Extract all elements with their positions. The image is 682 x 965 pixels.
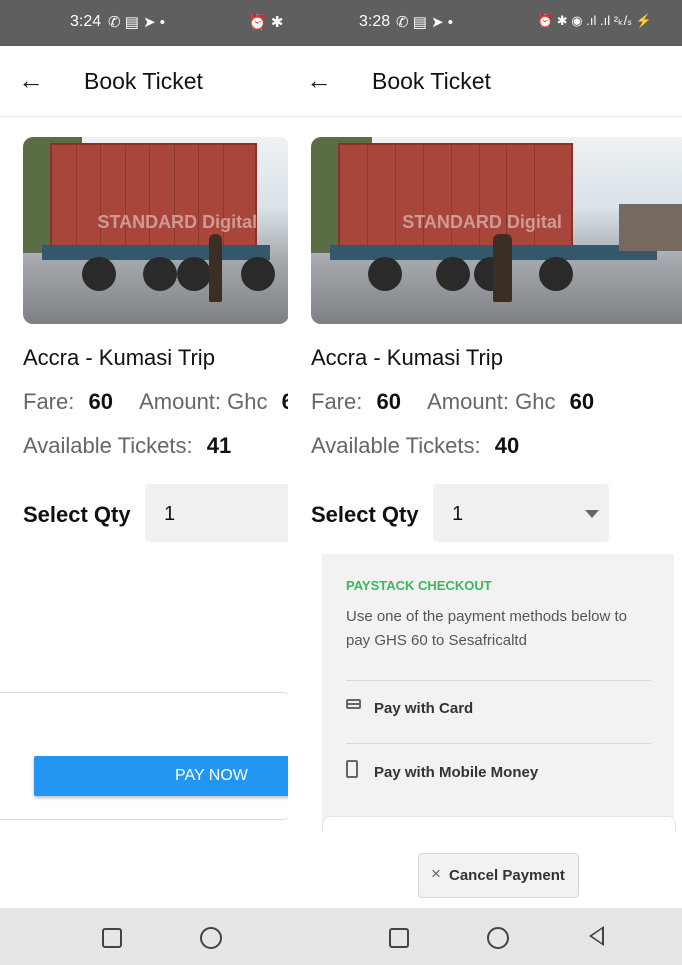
- close-icon: ×: [431, 864, 441, 883]
- home-icon[interactable]: [200, 927, 222, 949]
- page-title: Book Ticket: [372, 68, 491, 94]
- available-tickets-row: Available Tickets: 40: [311, 433, 519, 459]
- amount-label: Amount: Ghc: [139, 389, 268, 414]
- divider: [346, 743, 651, 744]
- card-icon: [346, 699, 361, 709]
- pay-with-mobile-money-label: Pay with Mobile Money: [374, 764, 539, 781]
- paystack-checkout-dialog: PAYSTACK CHECKOUT Use one of the payment…: [322, 554, 676, 831]
- back-icon[interactable]: [589, 926, 604, 946]
- cancel-payment-label: Cancel Payment: [449, 867, 565, 884]
- amount-label: Amount: Ghc: [427, 389, 556, 414]
- quantity-select[interactable]: 1: [145, 484, 288, 542]
- back-arrow-icon[interactable]: ←: [18, 66, 44, 94]
- page-title: Book Ticket: [84, 68, 203, 94]
- back-arrow-icon[interactable]: ←: [306, 66, 332, 94]
- home-icon[interactable]: [487, 927, 509, 949]
- pedestrian-illustration: [209, 234, 223, 302]
- right-screen: ← Book Ticket STANDARD Digital Accra - K…: [288, 46, 682, 908]
- dropdown-caret-icon: [585, 510, 599, 518]
- fare-label: Fare:: [23, 389, 75, 414]
- pedestrian-illustration: [493, 234, 513, 302]
- quantity-value: 1: [164, 503, 176, 525]
- available-tickets-row: Available Tickets: 41: [23, 433, 231, 459]
- fare-row: Fare: 60 Amount: Ghc 60: [311, 389, 594, 415]
- status-system-icons-left: ⏰ ✱: [248, 14, 284, 31]
- pay-with-card-label: Pay with Card: [374, 700, 474, 717]
- fare-label: Fare:: [311, 389, 363, 414]
- status-notification-icons-left: ✆ ▤ ➤ •: [108, 14, 166, 31]
- trip-image: STANDARD Digital: [311, 137, 682, 324]
- checkout-footer-edge: [322, 816, 676, 831]
- status-system-icons-right: ⏰ ✱ ◉ .ıl .ıl ²ₖ/ₛ ⚡: [537, 13, 652, 28]
- quantity-select[interactable]: 1: [433, 484, 609, 542]
- status-time-left: 3:24: [70, 13, 102, 30]
- fare-value: 60: [88, 389, 113, 414]
- checkout-title: PAYSTACK CHECKOUT: [346, 578, 492, 593]
- select-qty-label: Select Qty: [311, 502, 419, 527]
- status-time-right: 3:28: [359, 13, 391, 30]
- system-nav-bar: [0, 908, 682, 965]
- status-notification-icons-right: ✆ ▤ ➤ •: [396, 14, 454, 31]
- image-watermark: STANDARD Digital: [402, 211, 562, 232]
- fare-row: Fare: 60 Amount: Ghc 6: [23, 389, 288, 415]
- trip-image: STANDARD Digital: [23, 137, 288, 324]
- recent-apps-icon[interactable]: [102, 928, 122, 948]
- available-value: 40: [494, 433, 520, 458]
- trip-name: Accra - Kumasi Trip: [311, 345, 503, 370]
- pay-now-button[interactable]: PAY NOW: [34, 756, 288, 796]
- shipping-container-illustration: [337, 142, 574, 250]
- pay-with-mobile-money-option[interactable]: Pay with Mobile Money: [346, 754, 651, 792]
- pay-now-label: PAY NOW: [175, 767, 248, 784]
- app-bar: ← Book Ticket: [0, 46, 288, 117]
- available-label: Available Tickets:: [311, 433, 481, 458]
- divider: [346, 680, 651, 681]
- select-qty-label: Select Qty: [23, 502, 131, 527]
- pay-with-card-option[interactable]: Pay with Card: [346, 690, 651, 728]
- amount-value: 60: [569, 389, 595, 414]
- mobile-money-icon: [346, 760, 358, 778]
- image-watermark: STANDARD Digital: [97, 211, 258, 232]
- status-bar: 3:24 ✆ ▤ ➤ • ⏰ ✱ 3:28 ✆ ▤ ➤ • ⏰ ✱ ◉ .ıl …: [0, 0, 682, 46]
- left-screen: ← Book Ticket STANDARD Digital Accra - K…: [0, 46, 288, 908]
- cancel-payment-button[interactable]: × Cancel Payment: [418, 853, 579, 898]
- available-value: 41: [206, 433, 232, 458]
- quantity-value: 1: [452, 503, 464, 525]
- distant-truck-illustration: [618, 204, 682, 252]
- recent-apps-icon[interactable]: [389, 928, 409, 948]
- fare-value: 60: [376, 389, 401, 414]
- shipping-container-illustration: [49, 142, 258, 250]
- app-bar: ← Book Ticket: [288, 46, 682, 117]
- checkout-description: Use one of the payment methods below to …: [346, 608, 628, 649]
- trip-name: Accra - Kumasi Trip: [23, 345, 215, 370]
- available-label: Available Tickets:: [23, 433, 193, 458]
